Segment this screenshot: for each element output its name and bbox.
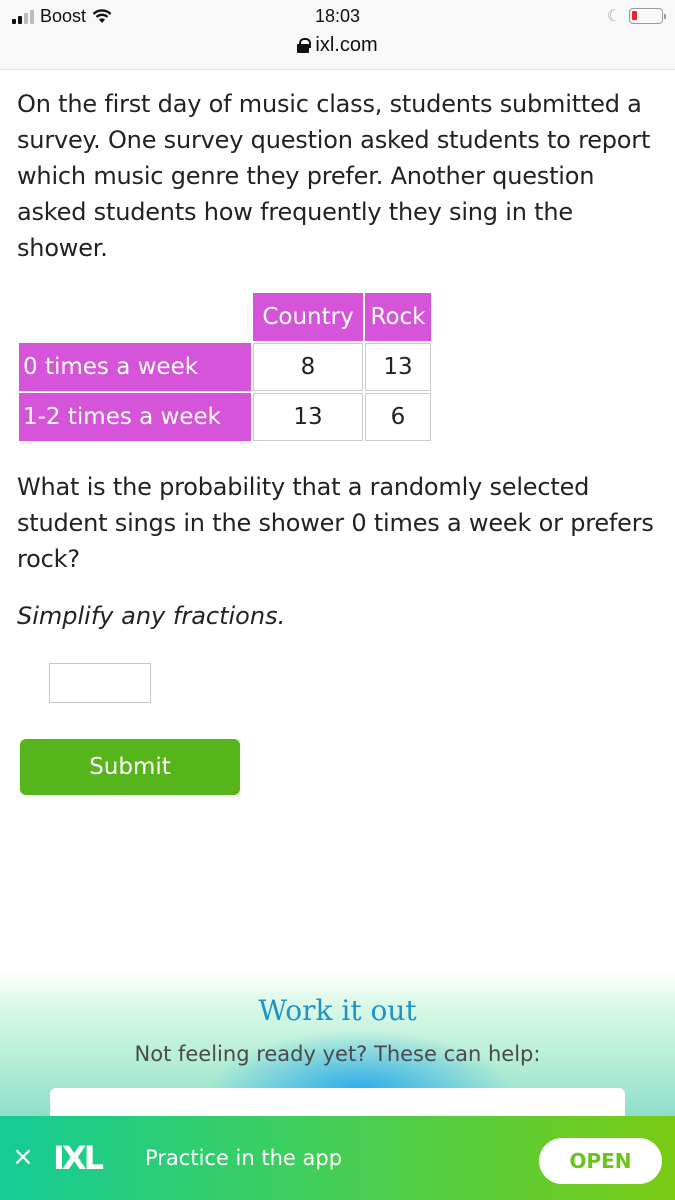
open-app-button[interactable]: OPEN [539,1138,662,1184]
app-banner: × IXL Practice in the app OPEN [0,1116,675,1200]
table-header-row: Country Rock [19,293,431,341]
battery-low-icon [629,7,666,24]
two-way-table: Country Rock 0 times a week 8 13 1-2 tim… [17,291,433,443]
question-intro: On the first day of music class, student… [17,90,651,262]
table-cell: 6 [365,393,431,441]
banner-text: Practice in the app [145,1146,343,1170]
work-it-out-section: Work it out Not feeling ready yet? These… [0,970,675,1128]
work-it-out-title: Work it out [258,994,417,1027]
table-row: 0 times a week 8 13 [19,343,431,391]
table-cell: 13 [365,343,431,391]
do-not-disturb-moon-icon: ☾ [606,6,621,25]
question-prompt: What is the probability that a randomly … [17,473,654,573]
battery-level [632,10,637,20]
work-it-out-subtitle: Not feeling ready yet? These can help: [134,1042,541,1066]
ixl-logo: IXL [53,1139,104,1177]
close-icon[interactable]: × [12,1144,34,1170]
row-header: 1-2 times a week [19,393,251,441]
status-bar: Boost 18:03 ixl.com ☾ [0,0,675,70]
submit-button[interactable]: Submit [20,739,240,795]
table-row: 1-2 times a week 13 6 [19,393,431,441]
column-header-country: Country [253,293,363,341]
simplify-hint: Simplify any fractions. [17,602,286,630]
table-corner [19,293,251,341]
table-cell: 8 [253,343,363,391]
answer-input[interactable] [49,663,151,703]
lock-icon [297,38,312,53]
url-text: ixl.com [315,34,378,56]
address-bar[interactable]: ixl.com [0,34,675,57]
clock: 18:03 [314,6,361,26]
status-right: ☾ [606,6,666,25]
column-header-rock: Rock [365,293,431,341]
table-cell: 13 [253,393,363,441]
row-header: 0 times a week [19,343,251,391]
